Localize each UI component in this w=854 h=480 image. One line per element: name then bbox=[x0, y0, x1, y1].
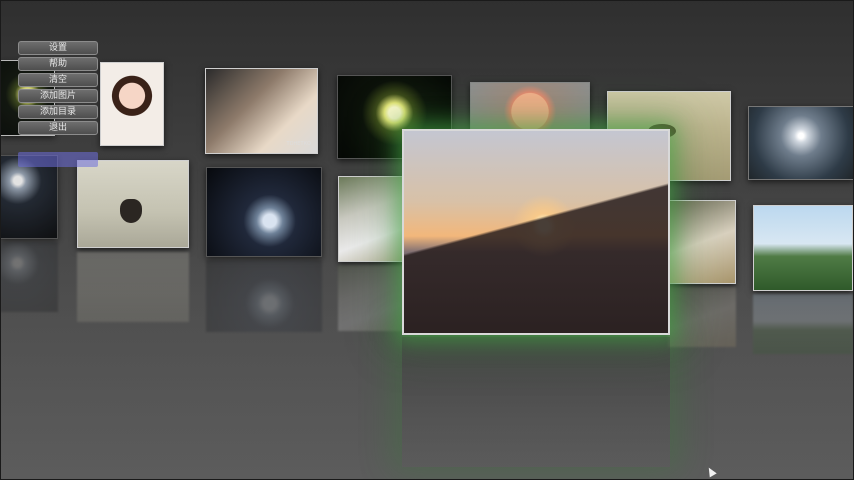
main-menu: 设置 帮助 清空 添加图片 添加目录 退出 bbox=[18, 41, 98, 137]
photo-tile-panda[interactable] bbox=[338, 176, 404, 262]
selected-photo-reflection bbox=[402, 337, 670, 467]
selected-photo-sunset-mountains[interactable] bbox=[402, 129, 670, 335]
photo-tile-swan[interactable] bbox=[77, 160, 189, 248]
exit-button[interactable]: 退出 bbox=[18, 121, 98, 135]
reflection-panda bbox=[338, 265, 404, 331]
settings-button[interactable]: 设置 bbox=[18, 41, 98, 55]
clear-button[interactable]: 清空 bbox=[18, 73, 98, 87]
help-button[interactable]: 帮助 bbox=[18, 57, 98, 71]
reflection-garden bbox=[668, 287, 736, 347]
photo-tile-bright-spot[interactable] bbox=[0, 155, 58, 239]
photo-wall: ТОНЕТКО bbox=[0, 0, 854, 480]
add-folder-button[interactable]: 添加目录 bbox=[18, 105, 98, 119]
reflection-swan bbox=[77, 252, 189, 322]
reflection-galaxy bbox=[206, 260, 322, 332]
add-image-button[interactable]: 添加图片 bbox=[18, 89, 98, 103]
reflection-bright-spot bbox=[0, 242, 58, 312]
photo-tile-red-sun[interactable] bbox=[470, 82, 590, 136]
photo-caption: ТОНЕТКО bbox=[286, 141, 311, 147]
photo-tile-children[interactable]: ТОНЕТКО bbox=[205, 68, 318, 154]
photo-tile-galaxy[interactable] bbox=[206, 167, 322, 257]
swan-figure bbox=[120, 199, 142, 223]
photo-tile-dusk-sky[interactable] bbox=[748, 106, 854, 180]
menu-selection-highlight bbox=[18, 152, 98, 167]
reflection-hill bbox=[753, 294, 853, 354]
photo-tile-garden[interactable] bbox=[668, 200, 736, 284]
photo-tile-green-hill[interactable] bbox=[753, 205, 853, 291]
photo-tile-girl[interactable] bbox=[100, 62, 164, 146]
